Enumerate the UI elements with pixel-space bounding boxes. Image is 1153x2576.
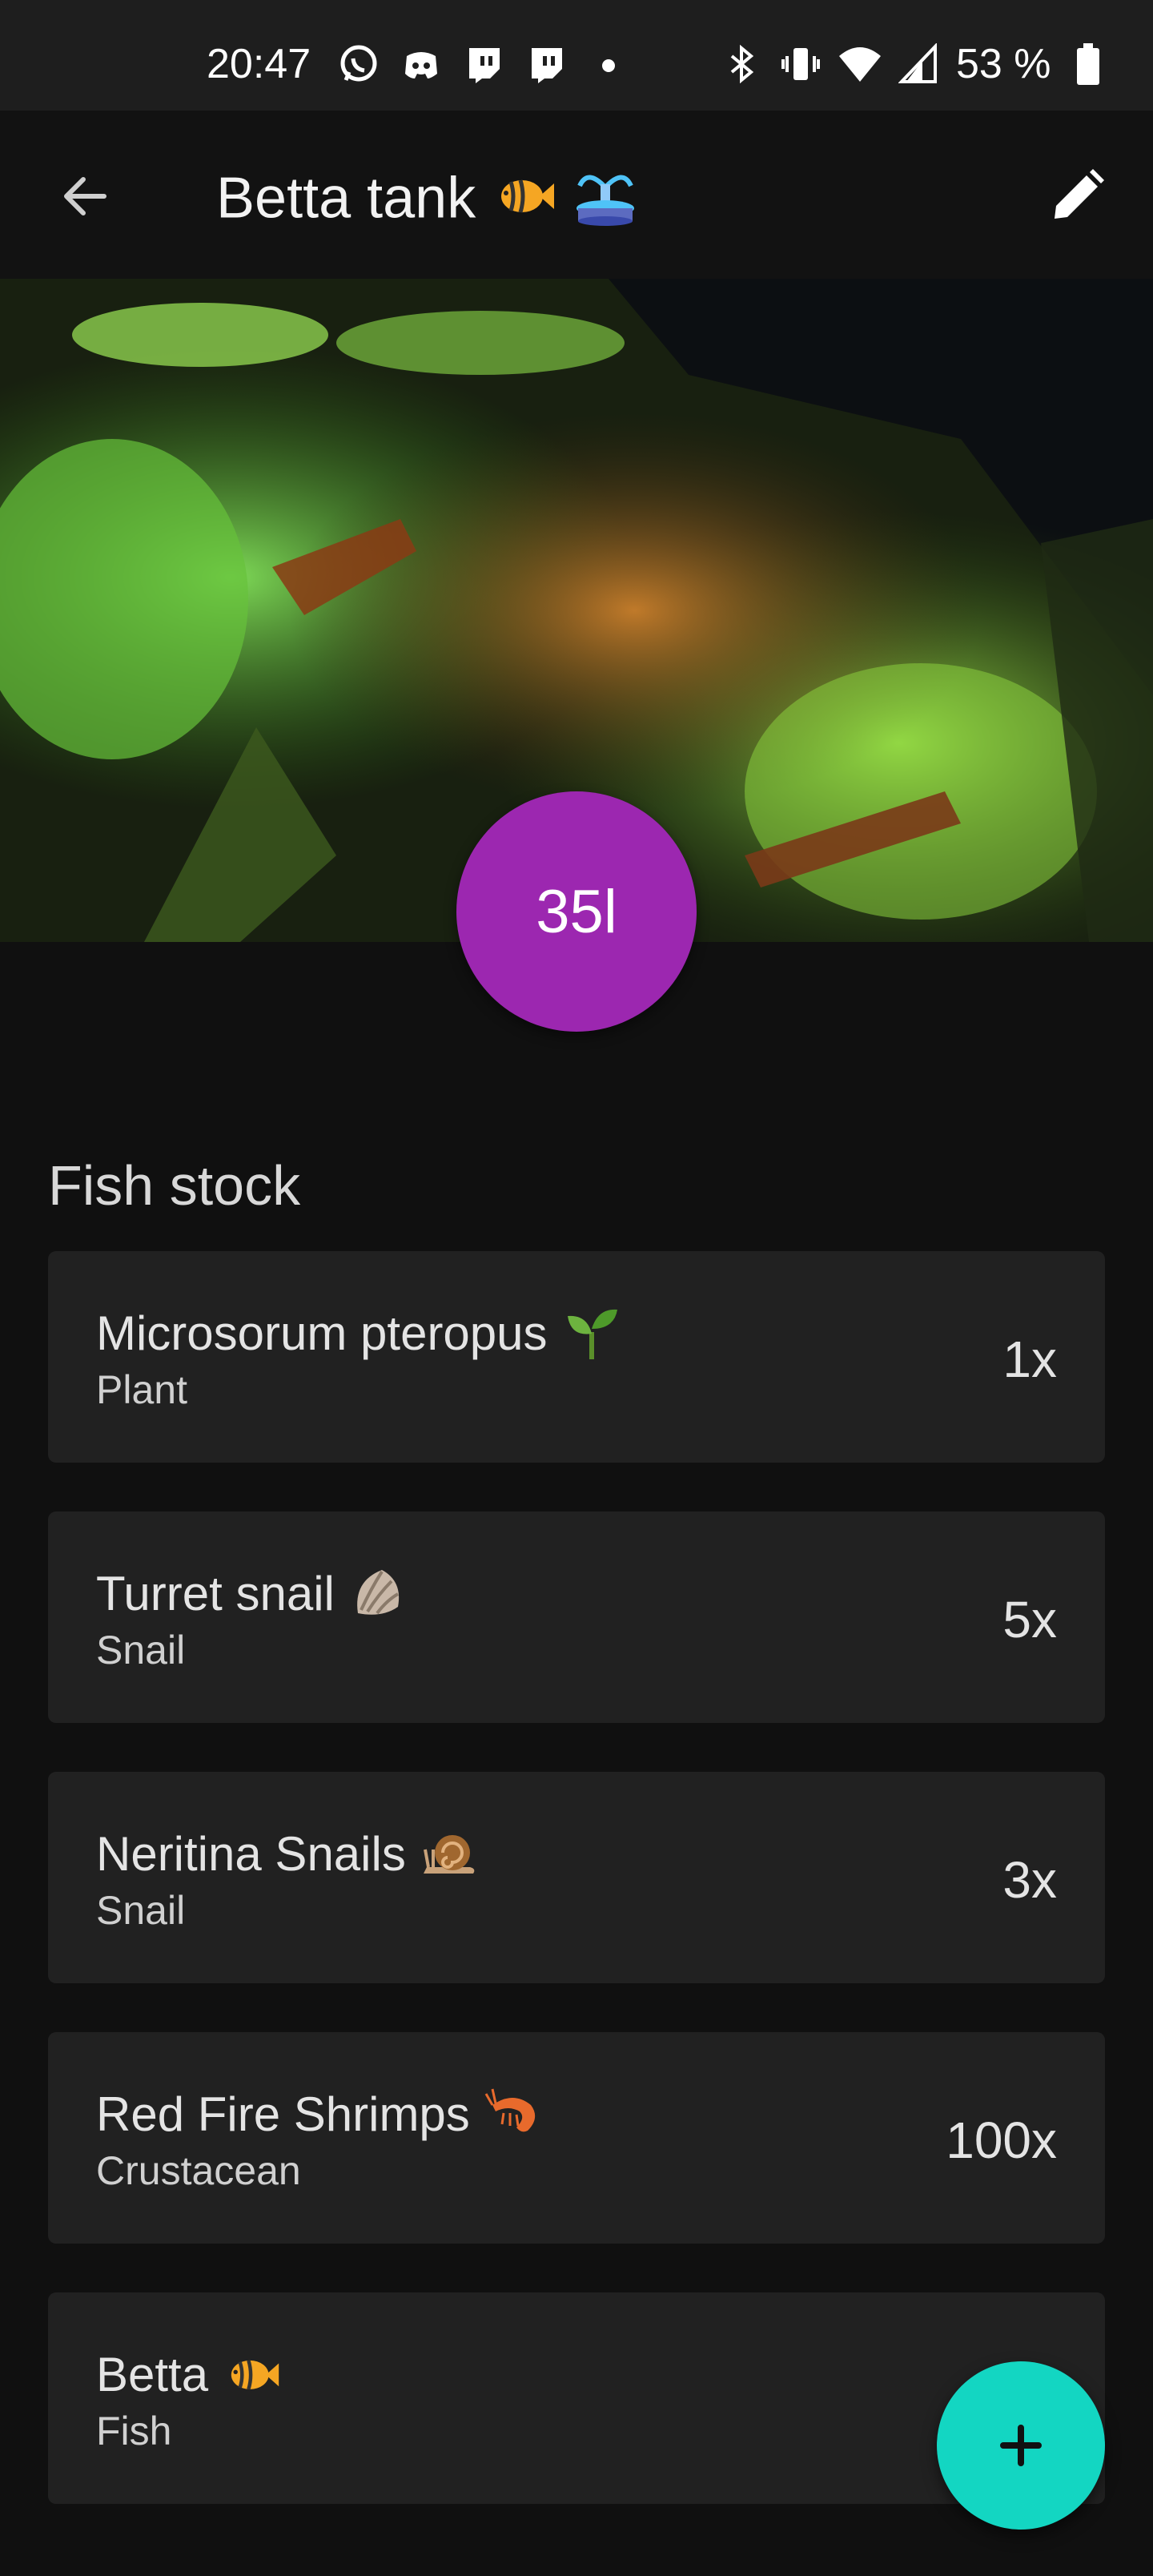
stock-item-type: Fish xyxy=(96,2409,172,2453)
stock-item-count: 1x xyxy=(1002,1330,1057,1388)
volume-badge: 35l xyxy=(456,791,697,1032)
seedling-emoji xyxy=(562,1304,620,1362)
stock-item-name: Betta xyxy=(96,2345,280,2403)
add-stock-button[interactable] xyxy=(937,2361,1105,2530)
stock-item-type: Snail xyxy=(96,1888,186,1933)
signal-icon xyxy=(897,42,942,87)
twitch-icon xyxy=(524,42,568,87)
plus-icon xyxy=(1000,2425,1042,2466)
vibrate-icon xyxy=(778,42,823,87)
dot-icon xyxy=(586,42,631,87)
fish-emoji xyxy=(223,2345,280,2403)
stock-item-type: Snail xyxy=(96,1628,186,1672)
stock-item-count: 100x xyxy=(946,2111,1057,2169)
stock-item-name-text: Turret snail xyxy=(96,1566,335,1620)
stock-item[interactable]: Microsorum pteropus Plant 1x xyxy=(48,1251,1105,1463)
stock-item-name-text: Red Fire Shrimps xyxy=(96,2087,470,2141)
stock-item-name: Turret snail xyxy=(96,1564,407,1622)
notification-icons xyxy=(336,38,631,90)
page-title: Betta tank xyxy=(216,163,639,241)
discord-icon xyxy=(399,42,444,87)
stock-item-type: Plant xyxy=(96,1367,187,1412)
bluetooth-icon xyxy=(719,42,764,87)
stock-item-name: Red Fire Shrimps xyxy=(96,2085,542,2143)
stock-item-name-text: Neritina Snails xyxy=(96,1826,406,1881)
twitch-icon xyxy=(461,42,506,87)
battery-icon xyxy=(1066,42,1111,87)
stock-list: Microsorum pteropus Plant 1x Turret snai… xyxy=(48,1251,1105,2553)
back-button[interactable] xyxy=(48,160,120,232)
section-title-fish-stock: Fish stock xyxy=(48,1154,301,1217)
stock-item-name-text: Betta xyxy=(96,2347,209,2401)
title-text: Betta tank xyxy=(216,166,476,231)
status-bar: 20:47 53 % xyxy=(0,0,1153,111)
fountain-emoji xyxy=(572,163,639,241)
app-bar: Betta tank xyxy=(0,111,1153,279)
shrimp-emoji xyxy=(484,2085,542,2143)
pencil-icon xyxy=(1055,169,1104,219)
stock-item-name: Microsorum pteropus xyxy=(96,1304,620,1362)
whatsapp-icon xyxy=(336,42,381,87)
stock-item[interactable]: Turret snail Snail 5x xyxy=(48,1511,1105,1723)
stock-item[interactable]: Red Fire Shrimps Crustacean 100x xyxy=(48,2032,1105,2244)
stock-item-count: 3x xyxy=(1002,1851,1057,1909)
battery-percent: 53 % xyxy=(956,41,1051,87)
stock-item-name: Neritina Snails xyxy=(96,1825,478,1882)
stock-item[interactable]: Neritina Snails Snail 3x xyxy=(48,1772,1105,1983)
stock-item-name-text: Microsorum pteropus xyxy=(96,1306,548,1360)
stock-item-type: Crustacean xyxy=(96,2148,301,2193)
edit-button[interactable] xyxy=(1041,160,1113,232)
arrow-back-icon xyxy=(64,177,106,215)
stock-item-count: 5x xyxy=(1002,1591,1057,1648)
shell-emoji xyxy=(349,1564,407,1622)
snail-emoji xyxy=(420,1825,478,1882)
system-icons: 53 % xyxy=(719,38,1111,90)
wifi-icon xyxy=(838,42,882,87)
fish-emoji xyxy=(492,167,556,237)
status-time: 20:47 xyxy=(207,41,311,87)
